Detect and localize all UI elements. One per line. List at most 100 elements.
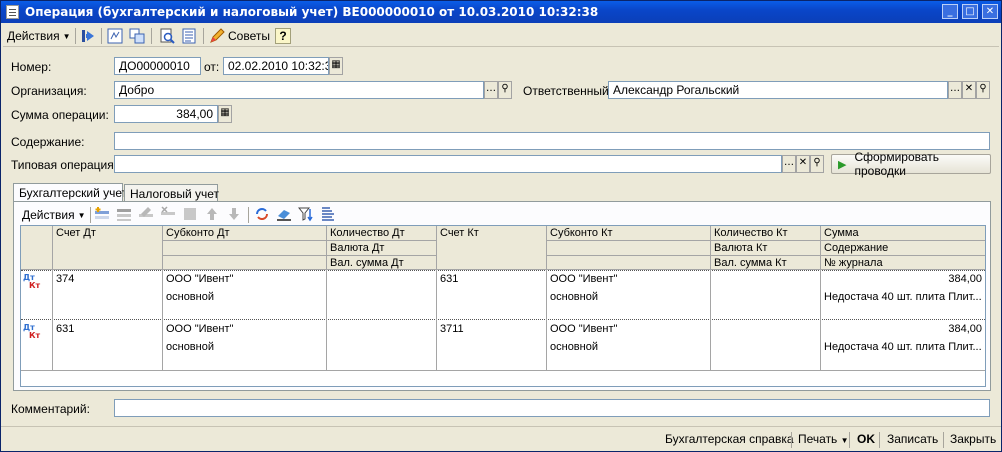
sort-icon[interactable]: [320, 206, 336, 222]
typical-operation-label: Типовая операция:: [11, 158, 118, 172]
search-icon[interactable]: ⚲: [498, 81, 512, 99]
responsible-label: Ответственный:: [523, 84, 613, 98]
toolbar-separator: [849, 432, 850, 448]
header-sum[interactable]: Сумма: [821, 226, 985, 241]
cell-credit-account: 3711: [440, 323, 464, 335]
header-credit-cur-sum[interactable]: Вал. сумма Кт: [711, 256, 821, 270]
back-icon[interactable]: [81, 28, 97, 44]
cell-credit-subconto-2: основной: [550, 291, 598, 303]
cell-debit-subconto-2: основной: [166, 291, 214, 303]
filter-icon[interactable]: [298, 206, 314, 222]
toolbar-separator: [879, 432, 880, 448]
table-row[interactable]: Дт Кт 631 ООО "Ивент" основной 3711 ООО …: [21, 321, 985, 371]
toolbar-separator: [151, 28, 152, 44]
header-debit-subconto[interactable]: Субконто Дт: [163, 226, 327, 241]
grid-actions-button[interactable]: Действия ▼: [22, 206, 86, 224]
preview-icon[interactable]: [159, 28, 175, 44]
accounting-report-button[interactable]: Бухгалтерская справка: [665, 432, 794, 446]
header-credit-qty[interactable]: Количество Кт: [711, 226, 821, 241]
refresh-icon[interactable]: [254, 206, 270, 222]
number-field[interactable]: ДО00000010: [114, 57, 201, 75]
list-icon[interactable]: [181, 28, 197, 44]
header-content[interactable]: Содержание: [821, 241, 985, 256]
actions-menu-button[interactable]: Действия ▼: [7, 27, 71, 45]
ok-button[interactable]: OK: [857, 432, 875, 446]
header-debit-currency[interactable]: Валюта Дт: [327, 241, 437, 256]
calendar-icon[interactable]: ▦: [329, 57, 343, 75]
cell-sum: 384,00: [948, 273, 982, 285]
toolbar-separator: [943, 432, 944, 448]
grid-column-line: [710, 270, 711, 371]
header-debit-account[interactable]: Счет Дт: [53, 226, 163, 270]
cell-content: Недостача 40 шт. плита Плит...: [824, 341, 982, 353]
calculator-icon[interactable]: ▦: [218, 105, 232, 123]
print-label: Печать: [798, 432, 838, 446]
responsible-field[interactable]: Александр Рогальский: [608, 81, 948, 99]
header-debit-qty[interactable]: Количество Дт: [327, 226, 437, 241]
save-button[interactable]: Записать: [887, 432, 938, 446]
edit-row-icon[interactable]: [138, 206, 154, 222]
tab-accounting[interactable]: Бухгалтерский учет: [13, 183, 127, 203]
content-label: Содержание:: [11, 135, 85, 149]
comment-field[interactable]: [114, 399, 990, 417]
organization-label: Организация:: [11, 84, 87, 98]
generate-entries-label: Сформировать проводки: [854, 150, 940, 178]
tips-button[interactable]: Советы: [209, 27, 270, 45]
grid-header-marker: [21, 226, 53, 270]
header-debit-subconto-3: [163, 256, 327, 270]
grid-actions-label: Действия: [22, 208, 75, 222]
header-credit-currency[interactable]: Валюта Кт: [711, 241, 821, 256]
copy-row-icon[interactable]: [116, 206, 132, 222]
date-field[interactable]: 02.02.2010 10:32:38: [223, 57, 329, 75]
sum-label: Сумма операции:: [11, 108, 109, 122]
document-icon: [6, 5, 19, 19]
dt-kt-icon: Дт Кт: [23, 274, 40, 290]
grid-column-line: [326, 270, 327, 371]
generate-entries-button[interactable]: ▶ Сформировать проводки: [831, 150, 991, 178]
minimize-button[interactable]: _: [942, 4, 958, 19]
structure-icon[interactable]: [129, 28, 145, 44]
print-button[interactable]: Печать ▼: [798, 432, 849, 446]
table-row[interactable]: Дт Кт 374 ООО "Ивент" основной 631 ООО "…: [21, 270, 985, 320]
clear-icon[interactable]: ✕: [962, 81, 976, 99]
tab-tax[interactable]: Налоговый учет: [124, 184, 219, 202]
organization-field[interactable]: Добро: [114, 81, 484, 99]
date-label: от:: [204, 60, 220, 74]
add-row-icon[interactable]: [94, 206, 110, 222]
clear-icon[interactable]: ✕: [796, 155, 810, 173]
header-credit-subconto[interactable]: Субконто Кт: [547, 226, 711, 241]
select-dots-icon[interactable]: …: [484, 81, 498, 99]
arrow-down-icon[interactable]: [226, 206, 242, 222]
cell-debit-account: 631: [56, 323, 75, 335]
select-dots-icon[interactable]: …: [948, 81, 962, 99]
search-icon[interactable]: ⚲: [976, 81, 990, 99]
cell-content: Недостача 40 шт. плита Плит...: [824, 291, 982, 303]
content-field[interactable]: [114, 132, 990, 150]
delete-row-icon[interactable]: [160, 206, 176, 222]
eraser-icon[interactable]: [276, 206, 292, 222]
typical-operation-field[interactable]: [114, 155, 782, 173]
cell-credit-account: 631: [440, 273, 459, 285]
header-credit-account[interactable]: Счет Кт: [437, 226, 547, 270]
toolbar-separator: [791, 432, 792, 448]
sum-field[interactable]: 384,00: [114, 105, 218, 123]
header-debit-cur-sum[interactable]: Вал. сумма Дт: [327, 256, 437, 270]
close-window-button[interactable]: ✕: [982, 4, 998, 19]
maximize-button[interactable]: □: [962, 4, 978, 19]
grid-column-line: [820, 270, 821, 371]
help-button[interactable]: ?: [275, 28, 291, 44]
search-icon[interactable]: ⚲: [810, 155, 824, 173]
end-edit-icon[interactable]: [182, 206, 198, 222]
close-button[interactable]: Закрыть: [950, 432, 996, 446]
toolbar-separator: [75, 28, 76, 44]
arrow-up-icon[interactable]: [204, 206, 220, 222]
movement-icon[interactable]: [107, 28, 123, 44]
play-icon: ▶: [838, 158, 847, 171]
window-title: Операция (бухгалтерский и налоговый учет…: [25, 5, 599, 19]
chevron-down-icon: ▼: [840, 436, 849, 445]
header-journal[interactable]: № журнала: [821, 256, 985, 270]
dt-kt-icon: Дт Кт: [23, 324, 40, 340]
select-dots-icon[interactable]: …: [782, 155, 796, 173]
kt-marker: Кт: [29, 281, 41, 290]
toolbar-separator: [203, 28, 204, 44]
